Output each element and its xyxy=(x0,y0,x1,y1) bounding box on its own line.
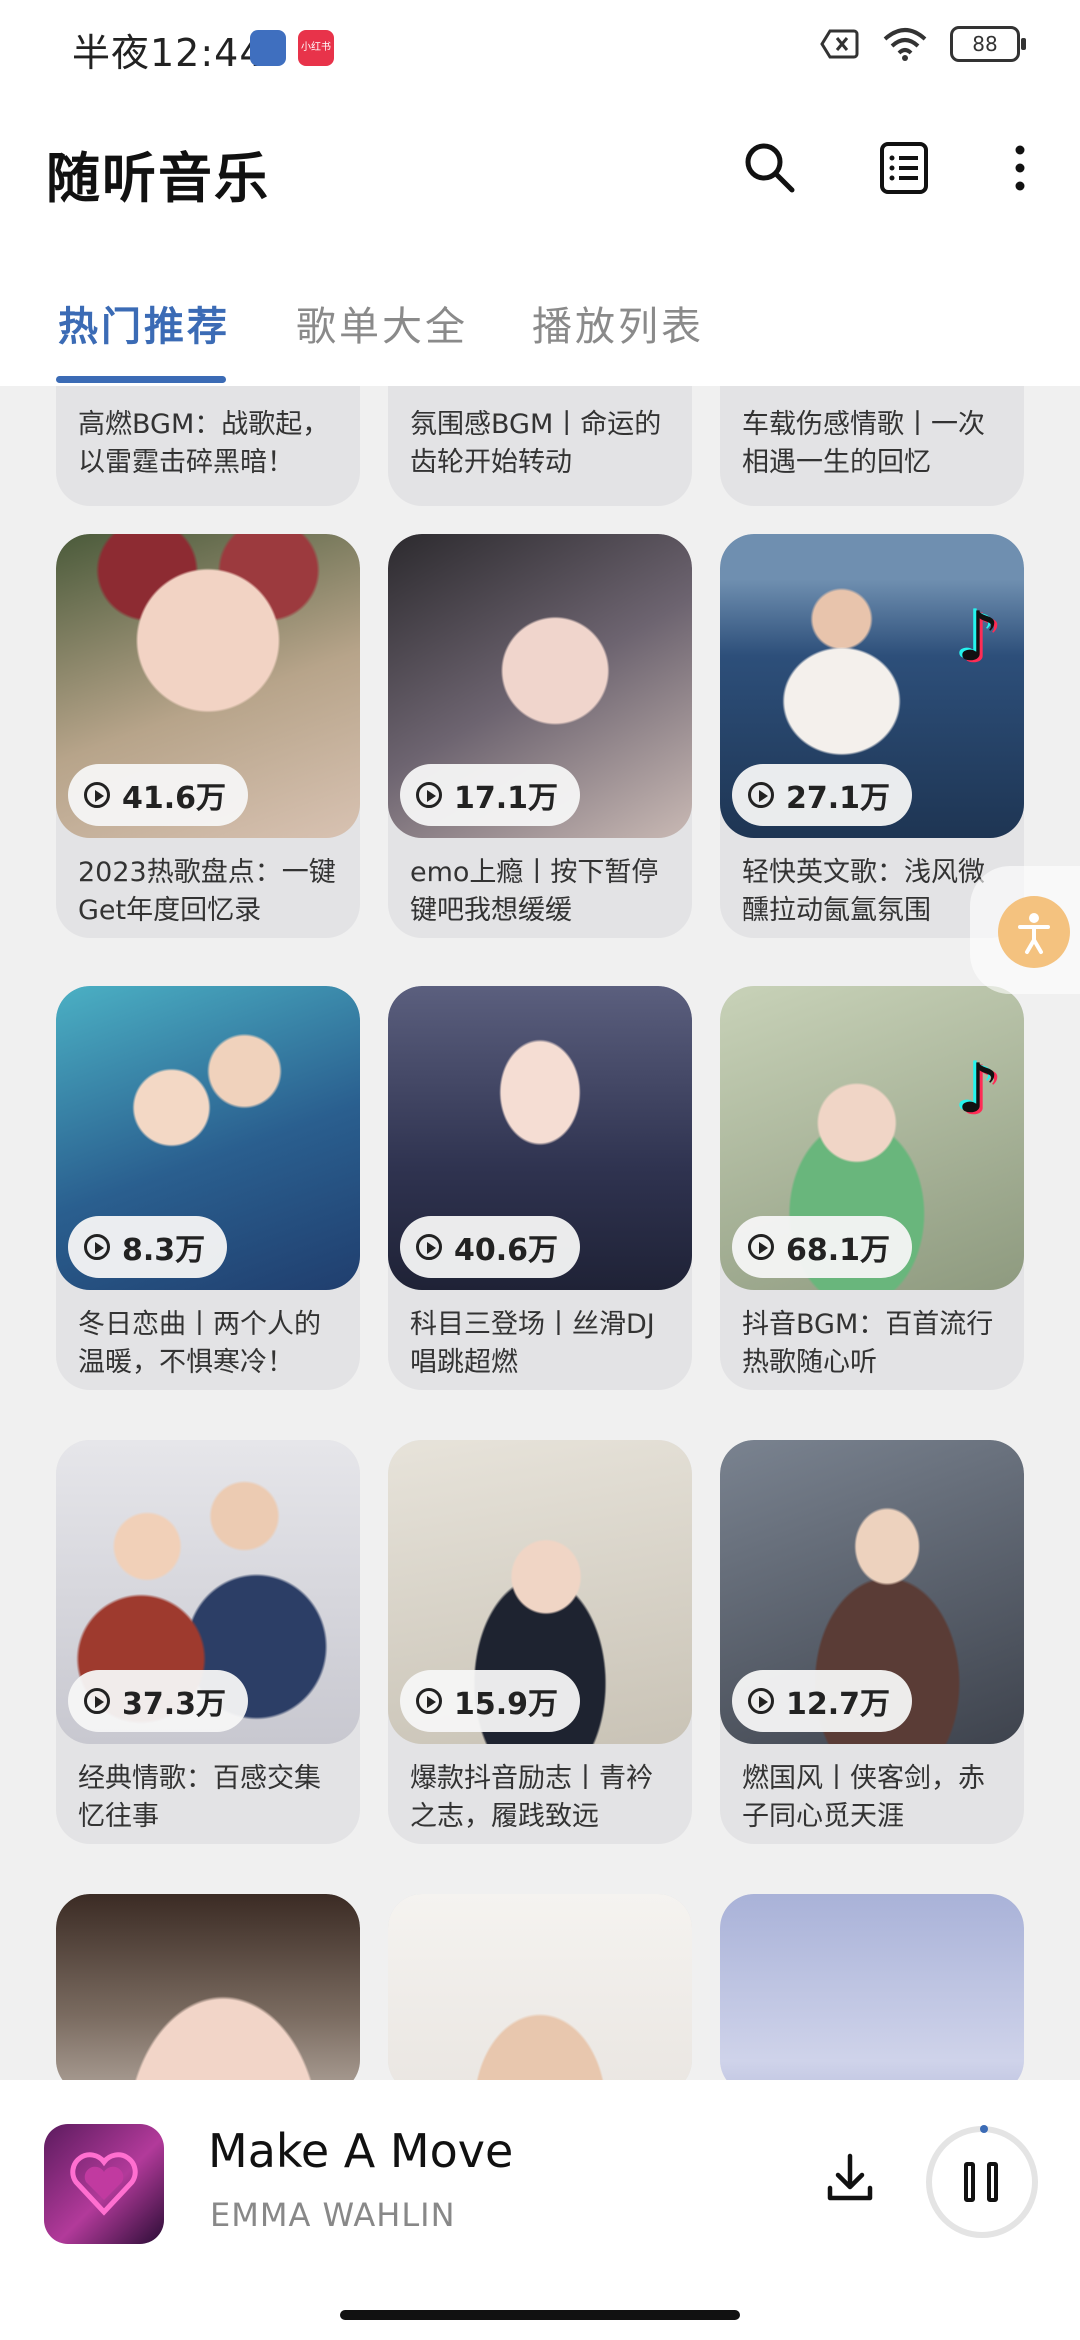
play-count: 40.6万 xyxy=(400,1216,581,1278)
playlist-title: 2023热歌盘点：一键Get年度回忆录 xyxy=(78,857,336,926)
playlist-title: 抖音BGM：百首流行热歌随心听 xyxy=(742,1309,994,1378)
playlist-title: 高燃BGM：战歌起，以雷霆击碎黑暗！ xyxy=(78,409,330,478)
play-count-value: 12.7万 xyxy=(786,1687,891,1722)
playlist-cover xyxy=(56,1894,360,2080)
playlist-card[interactable]: ♪ 68.1万 抖音BGM：百首流行热歌随心听 xyxy=(720,986,1024,1390)
play-count-icon xyxy=(748,1688,774,1714)
status-bar: 半夜12:44 小红书 88 xyxy=(0,0,1080,96)
pause-icon-bar xyxy=(987,2162,998,2202)
playlist-card[interactable]: 17.1万 emo上瘾丨按下暂停键吧我想缓缓 xyxy=(388,534,692,938)
playlist-card[interactable] xyxy=(56,1894,360,2080)
play-count-value: 17.1万 xyxy=(454,781,559,816)
music-notification-icon xyxy=(250,30,286,66)
play-count: 68.1万 xyxy=(732,1216,913,1278)
play-count-icon xyxy=(748,782,774,808)
playlist-cover: 41.6万 xyxy=(56,534,360,838)
playlist-card[interactable]: 氛围感BGM丨命运的齿轮开始转动 xyxy=(388,386,692,506)
playlist-cover: 37.3万 xyxy=(56,1440,360,1744)
tab-play-queue[interactable]: 播放列表 xyxy=(532,294,704,352)
wifi-icon xyxy=(883,28,927,61)
playlist-cover: 17.1万 xyxy=(388,534,692,838)
playlist-grid[interactable]: 高燃BGM：战歌起，以雷霆击碎黑暗！ 氛围感BGM丨命运的齿轮开始转动 车载伤感… xyxy=(0,386,1080,2080)
tab-hot-recommend[interactable]: 热门推荐 xyxy=(58,294,230,352)
playlist-card[interactable]: 12.7万 燃国风丨侠客剑，赤子同心觅天涯 xyxy=(720,1440,1024,1844)
playlist-cover: 12.7万 xyxy=(720,1440,1024,1744)
playlist-title: emo上瘾丨按下暂停键吧我想缓缓 xyxy=(410,857,659,926)
play-count-value: 8.3万 xyxy=(122,1233,206,1268)
playlist-card[interactable]: 车载伤感情歌丨一次相遇一生的回忆 xyxy=(720,386,1024,506)
app-header: 随听音乐 xyxy=(0,96,1080,236)
play-count-value: 27.1万 xyxy=(786,781,891,816)
playlist-card[interactable] xyxy=(720,1894,1024,2080)
playlist-card[interactable]: ♪ 27.1万 轻快英文歌：浅风微醺拉动氤氲氛围 xyxy=(720,534,1024,938)
status-icons: 88 xyxy=(820,26,1026,62)
playlist-card[interactable]: 41.6万 2023热歌盘点：一键Get年度回忆录 xyxy=(56,534,360,938)
play-count-icon xyxy=(416,782,442,808)
play-count: 17.1万 xyxy=(400,764,581,826)
tiktok-logo-icon: ♪ xyxy=(956,598,1000,677)
play-count-value: 40.6万 xyxy=(454,1233,559,1268)
song-artist: EMMA WAHLIN xyxy=(210,2196,456,2234)
playlist-title: 爆款抖音励志丨青衿之志，履践致远 xyxy=(410,1763,653,1832)
playlist-title: 车载伤感情歌丨一次相遇一生的回忆 xyxy=(742,409,985,478)
play-count: 15.9万 xyxy=(400,1670,581,1732)
xiaohongshu-notification-icon: 小红书 xyxy=(298,30,334,66)
pause-button[interactable] xyxy=(926,2125,1038,2238)
mini-player[interactable]: Make A Move EMMA WAHLIN xyxy=(0,2080,1080,2280)
sim-off-icon xyxy=(820,29,859,59)
tab-playlist-collection[interactable]: 歌单大全 xyxy=(296,294,468,352)
play-count-value: 68.1万 xyxy=(786,1233,891,1268)
active-tab-indicator xyxy=(56,376,226,383)
play-count-value: 37.3万 xyxy=(122,1687,227,1722)
playlist-title: 冬日恋曲丨两个人的温暖，不惧寒冷！ xyxy=(78,1309,321,1378)
playback-progress-indicator xyxy=(980,2125,988,2133)
more-options-icon[interactable] xyxy=(990,138,1050,198)
playlist-title: 科目三登场丨丝滑DJ唱跳超燃 xyxy=(410,1309,655,1378)
album-art[interactable] xyxy=(44,2124,164,2244)
song-title[interactable]: Make A Move xyxy=(208,2124,513,2178)
heart-icon xyxy=(70,2152,138,2216)
playlist-card[interactable]: 8.3万 冬日恋曲丨两个人的温暖，不惧寒冷！ xyxy=(56,986,360,1390)
playlist-cover: 15.9万 xyxy=(388,1440,692,1744)
play-count: 41.6万 xyxy=(68,764,249,826)
playlist-cover: 40.6万 xyxy=(388,986,692,1290)
playlist-card[interactable] xyxy=(388,1894,692,2080)
tiktok-logo-icon: ♪ xyxy=(956,1050,1000,1129)
play-count-icon xyxy=(84,1234,110,1260)
playlist-card[interactable]: 40.6万 科目三登场丨丝滑DJ唱跳超燃 xyxy=(388,986,692,1390)
play-count: 8.3万 xyxy=(68,1216,228,1278)
playlist-title: 氛围感BGM丨命运的齿轮开始转动 xyxy=(410,409,662,478)
playlist-title: 经典情歌：百感交集忆往事 xyxy=(78,1763,321,1832)
playlist-cover xyxy=(720,1894,1024,2080)
status-time: 半夜12:44 xyxy=(72,31,265,75)
play-count: 12.7万 xyxy=(732,1670,913,1732)
playlist-card[interactable]: 15.9万 爆款抖音励志丨青衿之志，履践致远 xyxy=(388,1440,692,1844)
play-count-icon xyxy=(416,1234,442,1260)
playlist-cover xyxy=(388,1894,692,2080)
play-count-icon xyxy=(416,1688,442,1714)
playlist-card[interactable]: 高燃BGM：战歌起，以雷霆击碎黑暗！ xyxy=(56,386,360,506)
playlist-cover: ♪ 68.1万 xyxy=(720,986,1024,1290)
playlist-cover: ♪ 27.1万 xyxy=(720,534,1024,838)
app-title: 随听音乐 xyxy=(46,147,270,210)
home-indicator[interactable] xyxy=(340,2310,740,2320)
download-icon[interactable] xyxy=(822,2150,878,2206)
playlist-title: 燃国风丨侠客剑，赤子同心觅天涯 xyxy=(742,1763,985,1832)
floating-accessibility-handle[interactable] xyxy=(970,866,1080,994)
playlist-card[interactable]: 37.3万 经典情歌：百感交集忆往事 xyxy=(56,1440,360,1844)
pause-icon-bar xyxy=(964,2162,975,2202)
battery-indicator: 88 xyxy=(950,26,1026,62)
playlist-menu-icon[interactable] xyxy=(874,138,934,198)
play-count-icon xyxy=(84,782,110,808)
tab-bar: 热门推荐 歌单大全 播放列表 xyxy=(0,236,1080,386)
play-count-value: 15.9万 xyxy=(454,1687,559,1722)
play-count: 37.3万 xyxy=(68,1670,249,1732)
accessibility-icon[interactable] xyxy=(998,896,1070,968)
play-count-icon xyxy=(748,1234,774,1260)
play-count-icon xyxy=(84,1688,110,1714)
play-count-value: 41.6万 xyxy=(122,781,227,816)
search-icon[interactable] xyxy=(740,138,800,198)
playlist-cover: 8.3万 xyxy=(56,986,360,1290)
play-count: 27.1万 xyxy=(732,764,913,826)
